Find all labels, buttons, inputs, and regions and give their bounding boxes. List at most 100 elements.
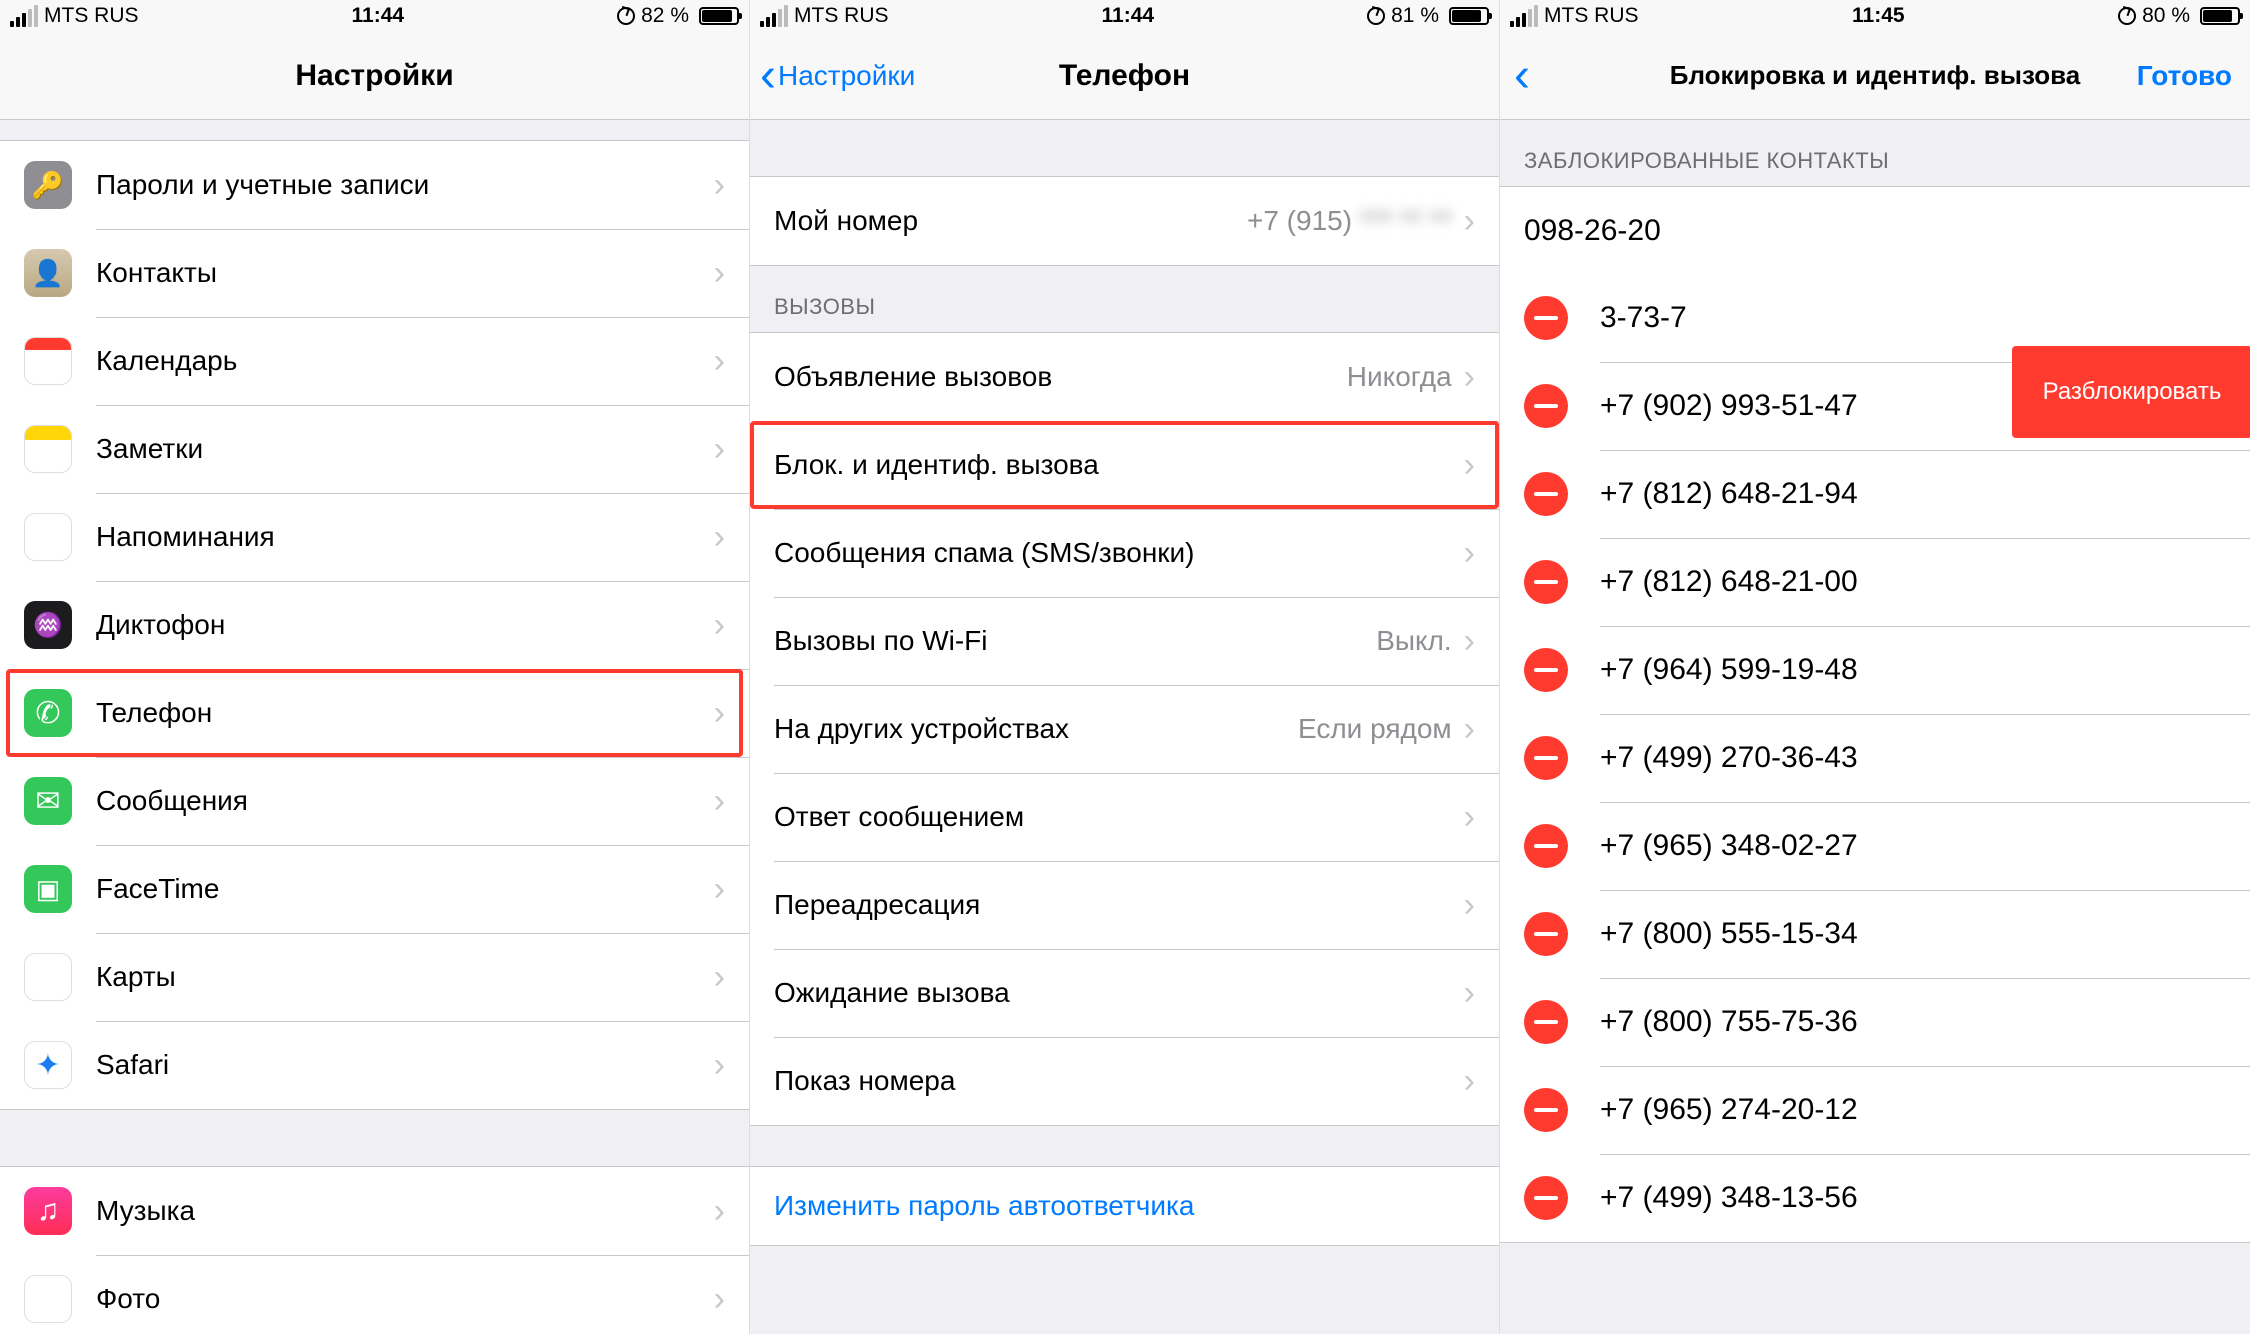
settings-row-reminders[interactable]: Напоминания›: [0, 493, 749, 581]
phone-setting-row[interactable]: На других устройствахЕсли рядом›: [750, 685, 1499, 773]
my-number-row[interactable]: Мой номер +7 (915) *** ** ** ›: [750, 177, 1499, 265]
unblock-label: Разблокировать: [2043, 378, 2222, 407]
delete-button[interactable]: [1524, 384, 1568, 428]
row-label: Фото: [96, 1283, 714, 1315]
blocked-contact-row[interactable]: +7 (964) 599-19-48: [1500, 626, 2250, 714]
blocked-contact-row[interactable]: +7 (800) 555-15-34: [1500, 890, 2250, 978]
battery-icon: [2200, 7, 2240, 25]
settings-row-phone[interactable]: ✆Телефон›: [0, 669, 749, 757]
settings-row-safari[interactable]: ✦Safari›: [0, 1021, 749, 1109]
orientation-lock-icon: [617, 7, 635, 25]
voice-icon: ♒: [24, 601, 72, 649]
chevron-right-icon: ›: [714, 1192, 725, 1231]
blocked-contact-row[interactable]: +7 (499) 270-36-43: [1500, 714, 2250, 802]
row-label: Карты: [96, 961, 714, 993]
blocked-number: +7 (964) 599-19-48: [1600, 653, 2226, 687]
row-label: Safari: [96, 1049, 714, 1081]
chevron-right-icon: ›: [1464, 886, 1475, 925]
status-bar: MTS RUS 11:44 81 %: [750, 0, 1499, 32]
phone-setting-row[interactable]: Ожидание вызова›: [750, 949, 1499, 1037]
delete-button[interactable]: [1524, 648, 1568, 692]
phone-setting-row[interactable]: Показ номера›: [750, 1037, 1499, 1125]
chevron-right-icon: ›: [714, 342, 725, 381]
unblock-button[interactable]: Разблокировать: [2014, 348, 2250, 436]
chevron-right-icon: ›: [714, 1046, 725, 1085]
nav-bar: Настройки: [0, 32, 749, 120]
phone-setting-row[interactable]: Блок. и идентиф. вызова›: [750, 421, 1499, 509]
phone-setting-row[interactable]: Переадресация›: [750, 861, 1499, 949]
delete-button[interactable]: [1524, 1000, 1568, 1044]
chevron-right-icon: ›: [714, 1280, 725, 1319]
phone-setting-row[interactable]: Объявление вызововНикогда›: [750, 333, 1499, 421]
blocked-number: +7 (812) 648-21-94: [1600, 477, 2226, 511]
done-button[interactable]: Готово: [2137, 60, 2232, 92]
back-button[interactable]: ‹ Настройки: [760, 52, 915, 100]
blocked-contact-row[interactable]: +7 (800) 755-75-36: [1500, 978, 2250, 1066]
row-label: Телефон: [96, 697, 714, 729]
settings-row-music[interactable]: ♫Музыка›: [0, 1167, 749, 1255]
back-button[interactable]: ‹: [1514, 52, 1530, 100]
phone-icon: ✆: [24, 689, 72, 737]
row-label: Ответ сообщением: [774, 801, 1464, 833]
delete-button[interactable]: [1524, 912, 1568, 956]
row-label: FaceTime: [96, 873, 714, 905]
blocked-number: 098-26-20: [1500, 214, 2226, 248]
orientation-lock-icon: [1367, 7, 1385, 25]
chevron-right-icon: ›: [1464, 710, 1475, 749]
row-label: Календарь: [96, 345, 714, 377]
blocked-contact-row[interactable]: +7 (965) 274-20-12: [1500, 1066, 2250, 1154]
delete-button[interactable]: [1524, 560, 1568, 604]
delete-button[interactable]: [1524, 1176, 1568, 1220]
blocked-contacts-pane: MTS RUS 11:45 80 % ‹ Блокировка и иденти…: [1500, 0, 2250, 1334]
settings-row-voice[interactable]: ♒ Диктофон›: [0, 581, 749, 669]
carrier-label: MTS RUS: [1544, 4, 1639, 28]
delete-button[interactable]: [1524, 824, 1568, 868]
blocked-number: +7 (800) 755-75-36: [1600, 1005, 2226, 1039]
delete-button[interactable]: [1524, 1088, 1568, 1132]
delete-button[interactable]: [1524, 472, 1568, 516]
photos-icon: ❋: [24, 1275, 72, 1323]
orientation-lock-icon: [2118, 7, 2136, 25]
maps-icon: 🗺: [24, 953, 72, 1001]
settings-row-calendar[interactable]: Календарь›: [0, 317, 749, 405]
blocked-contact-row-swiped[interactable]: 098-26-20: [1500, 186, 2250, 274]
delete-button[interactable]: [1524, 736, 1568, 780]
row-label: Мой номер: [774, 205, 1247, 237]
row-label: Пароли и учетные записи: [96, 169, 714, 201]
settings-row-photos[interactable]: ❋ Фото›: [0, 1255, 749, 1334]
chevron-left-icon: ‹: [760, 52, 776, 100]
battery-label: 80 %: [2142, 4, 2190, 28]
row-label: Вызовы по Wi-Fi: [774, 625, 1376, 657]
row-label: Объявление вызовов: [774, 361, 1347, 393]
chevron-right-icon: ›: [714, 430, 725, 469]
settings-row-notes[interactable]: Заметки›: [0, 405, 749, 493]
phone-setting-row[interactable]: Вызовы по Wi-FiВыкл.›: [750, 597, 1499, 685]
change-voicemail-password-row[interactable]: Изменить пароль автоответчика: [750, 1167, 1499, 1245]
blocked-contact-row[interactable]: +7 (965) 348-02-27: [1500, 802, 2250, 890]
phone-settings-pane: MTS RUS 11:44 81 % ‹ Настройки Телефон М…: [750, 0, 1500, 1334]
row-label: Диктофон: [96, 609, 714, 641]
blocked-number: +7 (965) 348-02-27: [1600, 829, 2226, 863]
blocked-number: +7 (812) 648-21-00: [1600, 565, 2226, 599]
section-header: ВЫЗОВЫ: [750, 266, 1499, 332]
row-value: Выкл.: [1376, 625, 1451, 657]
phone-setting-row[interactable]: Сообщения спама (SMS/звонки)›: [750, 509, 1499, 597]
blocked-contact-row[interactable]: +7 (812) 648-21-00: [1500, 538, 2250, 626]
row-label: На других устройствах: [774, 713, 1298, 745]
signal-icon: [760, 5, 788, 27]
row-value: Никогда: [1347, 361, 1452, 393]
settings-row-contacts[interactable]: 👤Контакты›: [0, 229, 749, 317]
messages-icon: ✉: [24, 777, 72, 825]
blocked-contact-row[interactable]: +7 (812) 648-21-94: [1500, 450, 2250, 538]
blocked-contact-row[interactable]: +7 (499) 348-13-56: [1500, 1154, 2250, 1242]
delete-button[interactable]: [1524, 296, 1568, 340]
settings-row-messages[interactable]: ✉Сообщения›: [0, 757, 749, 845]
phone-setting-row[interactable]: Ответ сообщением›: [750, 773, 1499, 861]
row-label: Переадресация: [774, 889, 1464, 921]
settings-row-maps[interactable]: 🗺Карты›: [0, 933, 749, 1021]
settings-row-facetime[interactable]: ▣FaceTime›: [0, 845, 749, 933]
settings-row-key[interactable]: 🔑Пароли и учетные записи›: [0, 141, 749, 229]
chevron-right-icon: ›: [1464, 446, 1475, 485]
chevron-right-icon: ›: [714, 606, 725, 645]
row-label: Блок. и идентиф. вызова: [774, 449, 1464, 481]
